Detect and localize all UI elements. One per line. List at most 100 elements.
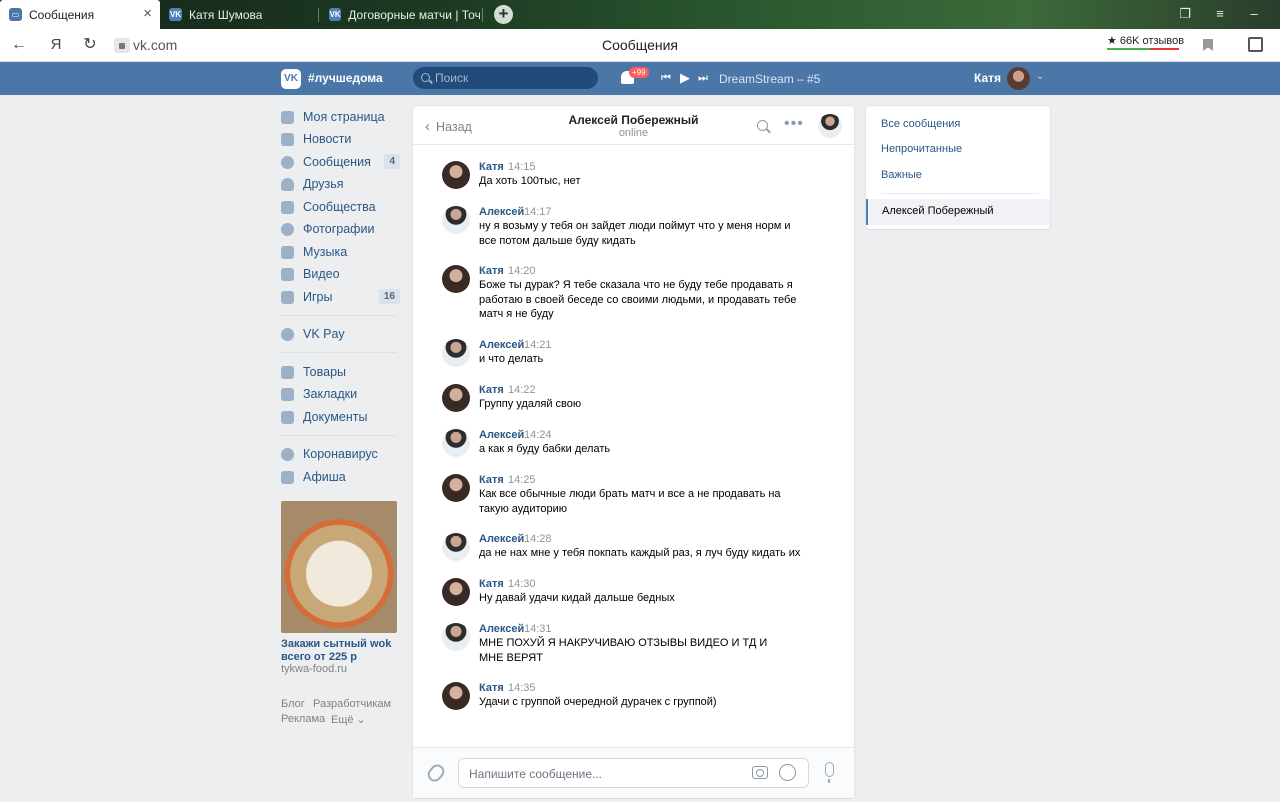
attach-icon[interactable] — [424, 761, 448, 785]
sidebar-item-label: Видео — [303, 267, 340, 281]
sidebar-item-bookmarks[interactable]: Закладки — [281, 383, 401, 405]
reviews-badge[interactable]: ★ 66K отзывов — [1107, 34, 1184, 47]
vk-logo-icon[interactable]: VK — [281, 69, 301, 89]
search-input[interactable] — [435, 70, 585, 86]
message-time[interactable]: 14:21 — [524, 339, 552, 351]
sidebar-item-games[interactable]: Игры 16 — [281, 286, 401, 308]
sidebar-item-video[interactable]: Видео — [281, 263, 401, 285]
ad-image[interactable] — [281, 501, 397, 633]
menu-divider — [281, 352, 397, 353]
tab-title: Договорные матчи | Точн — [348, 7, 480, 22]
tab-title: Катя Шумова — [189, 7, 263, 22]
message-author[interactable]: Катя — [479, 682, 504, 694]
microphone-icon[interactable] — [825, 762, 834, 783]
message-author[interactable]: Алексей — [479, 339, 524, 351]
more-icon[interactable]: ••• — [784, 115, 804, 133]
extensions-icon[interactable] — [1248, 37, 1263, 52]
tab-katya[interactable]: VK Катя Шумова — [160, 0, 318, 29]
message-time[interactable]: 14:15 — [508, 161, 536, 173]
user-name[interactable]: Катя — [974, 71, 1001, 85]
current-track[interactable]: DreamStream – #5 — [719, 72, 820, 86]
previous-track-icon[interactable]: ⏮ — [661, 72, 671, 85]
message-author[interactable]: Алексей — [479, 533, 524, 545]
avatar[interactable] — [442, 339, 470, 367]
message-author[interactable]: Алексей — [479, 206, 524, 218]
menu-divider — [281, 435, 397, 436]
search-icon[interactable] — [757, 120, 768, 131]
tab-messages[interactable]: ▭ Сообщения × — [0, 0, 160, 29]
minimize-icon[interactable]: – — [1245, 6, 1263, 21]
footer-link-developers[interactable]: Разработчикам — [313, 698, 391, 710]
avatar[interactable] — [442, 474, 470, 502]
filter-unread[interactable]: Непрочитанные — [881, 143, 962, 155]
filter-important[interactable]: Важные — [881, 169, 922, 181]
message-time[interactable]: 14:24 — [524, 429, 552, 441]
message-input-box[interactable] — [458, 758, 809, 788]
sidebar-item-photos[interactable]: Фотографии — [281, 218, 401, 240]
avatar[interactable] — [442, 623, 470, 651]
message-input[interactable] — [469, 766, 749, 782]
message-time[interactable]: 14:17 — [524, 206, 552, 218]
vk-brand[interactable]: #лучшедома — [308, 71, 383, 85]
avatar[interactable] — [442, 533, 470, 561]
camera-icon[interactable] — [752, 766, 768, 779]
sidebar-item-coronavirus[interactable]: Коронавирус — [281, 443, 401, 465]
avatar[interactable] — [1007, 67, 1030, 90]
sidebar-item-news[interactable]: Новости — [281, 128, 401, 150]
star-icon — [281, 387, 294, 401]
sidebar-item-vkpay[interactable]: VK Pay — [281, 323, 401, 345]
filter-all-messages[interactable]: Все сообщения — [881, 118, 960, 130]
sidebar-item-friends[interactable]: Друзья — [281, 173, 401, 195]
message-text: а как я буду бабки делать — [479, 443, 611, 455]
message-time[interactable]: 14:20 — [508, 265, 536, 277]
sidebar-item-communities[interactable]: Сообщества — [281, 196, 401, 218]
active-dialog-item[interactable]: Алексей Побережный — [866, 199, 1050, 225]
message-time[interactable]: 14:22 — [508, 384, 536, 396]
message-time[interactable]: 14:35 — [508, 682, 536, 694]
tabs-list-icon[interactable]: ❐ — [1176, 6, 1194, 22]
message-author[interactable]: Алексей — [479, 429, 524, 441]
avatar[interactable] — [442, 578, 470, 606]
avatar[interactable] — [442, 429, 470, 457]
sidebar-item-documents[interactable]: Документы — [281, 406, 401, 428]
message-author[interactable]: Катя — [479, 161, 504, 173]
message-time[interactable]: 14:31 — [524, 623, 552, 635]
menu-icon[interactable]: ≡ — [1211, 6, 1229, 21]
avatar[interactable] — [442, 265, 470, 293]
message-author[interactable]: Катя — [479, 578, 504, 590]
footer-link-more[interactable]: Ещё ⌄ — [331, 713, 366, 726]
avatar[interactable] — [442, 682, 470, 710]
search-box[interactable] — [413, 67, 598, 89]
play-icon[interactable]: ▶ — [680, 70, 690, 86]
sidebar-item-afisha[interactable]: Афиша — [281, 466, 401, 488]
sidebar-item-music[interactable]: Музыка — [281, 241, 401, 263]
footer-link-ads[interactable]: Реклама — [281, 713, 325, 725]
next-track-icon[interactable]: ⏭ — [698, 72, 708, 85]
sidebar-item-label: Сообщения — [303, 155, 371, 169]
message-author[interactable]: Катя — [479, 265, 504, 277]
message-time[interactable]: 14:25 — [508, 474, 536, 486]
smile-icon[interactable] — [779, 764, 796, 781]
tab-matches[interactable]: VK Договорные матчи | Точн — [320, 0, 480, 29]
message-author[interactable]: Катя — [479, 384, 504, 396]
sidebar-item-goods[interactable]: Товары — [281, 361, 401, 383]
sidebar-item-my-page[interactable]: Моя страница — [281, 106, 401, 128]
sidebar-item-messages[interactable]: Сообщения 4 — [281, 151, 401, 173]
ad-site[interactable]: tykwa-food.ru — [281, 663, 347, 675]
footer-link-blog[interactable]: Блог — [281, 698, 305, 710]
sidebar-item-label: VK Pay — [303, 327, 345, 341]
avatar[interactable] — [818, 114, 842, 138]
message-time[interactable]: 14:30 — [508, 578, 536, 590]
avatar[interactable] — [442, 384, 470, 412]
ad-title[interactable]: Закажи сытный wok всего от 225 р — [281, 638, 397, 664]
avatar[interactable] — [442, 161, 470, 189]
close-icon[interactable]: × — [143, 6, 152, 21]
music-icon — [281, 245, 294, 259]
message-time[interactable]: 14:28 — [524, 533, 552, 545]
message-text: Группу удаляй свою — [479, 398, 582, 410]
avatar[interactable] — [442, 206, 470, 234]
new-tab-button[interactable]: + — [494, 5, 513, 24]
message-author[interactable]: Алексей — [479, 623, 524, 635]
chevron-down-icon[interactable]: ⌄ — [1036, 71, 1044, 82]
message-author[interactable]: Катя — [479, 474, 504, 486]
